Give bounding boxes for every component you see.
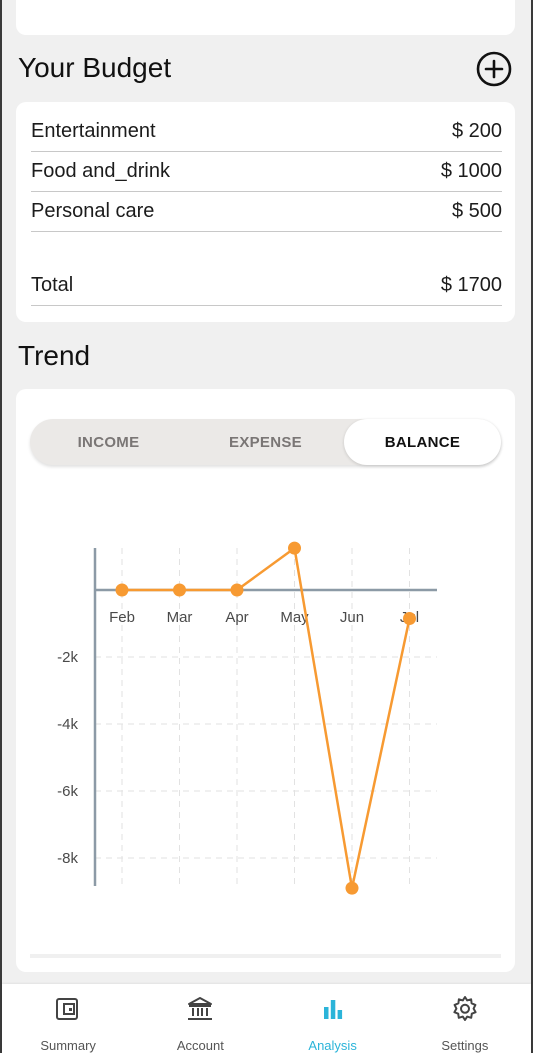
y-tick-label: -6k (57, 783, 78, 800)
nav-label-account: Account (176, 1038, 224, 1053)
y-tick-label: -2k (57, 649, 78, 666)
y-tick-label: -8k (57, 850, 78, 867)
nav-item-summary[interactable]: Summary (2, 984, 134, 1053)
plus-circle-icon (476, 51, 512, 87)
data-point (403, 611, 416, 625)
budget-total-amount: $ 1700 (440, 274, 502, 296)
chart-divider (30, 954, 501, 958)
budget-category-label: Personal care (31, 200, 155, 222)
y-tick-label: -4k (57, 716, 78, 733)
nav-label-analysis: Analysis (308, 1038, 357, 1053)
x-tick-label: Mar (167, 609, 193, 626)
budget-category-label: Food and_drink (31, 160, 170, 182)
budget-card: Entertainment $ 200 Food and_drink $ 100… (16, 102, 515, 322)
budget-row[interactable]: Food and_drink $ 1000 (31, 152, 502, 192)
budget-row[interactable]: Personal care $ 500 (31, 192, 502, 232)
budget-amount: $ 500 (451, 200, 502, 222)
previous-card (16, 0, 515, 35)
data-point (230, 583, 244, 597)
gear-icon (453, 996, 477, 1021)
bank-icon (188, 997, 213, 1020)
series-line (122, 546, 411, 890)
budget-row[interactable]: Entertainment $ 200 (31, 112, 502, 152)
data-point (173, 583, 186, 597)
budget-title: Your Budget (18, 52, 172, 83)
budget-total-label: Total (31, 274, 74, 296)
wallet-icon (56, 998, 79, 1020)
nav-item-settings[interactable]: Settings (399, 984, 531, 1053)
budget-total-row: Total $ 1700 (31, 266, 502, 306)
data-point (288, 541, 301, 555)
budget-amount: $ 1000 (440, 160, 502, 182)
x-tick-label: Apr (225, 609, 248, 626)
nav-label-settings: Settings (441, 1038, 489, 1053)
data-point (345, 881, 359, 895)
trend-title: Trend (18, 340, 91, 371)
window-edge-left (0, 0, 2, 1053)
x-tick-label: Jun (340, 609, 364, 626)
balance-line-chart: -2k-4k-6k-8kFebMarAprMayJunJul (57, 541, 437, 895)
nav-item-account[interactable]: Account (134, 984, 266, 1053)
nav-item-analysis[interactable]: Analysis (267, 984, 399, 1053)
budget-category-label: Entertainment (31, 120, 156, 142)
add-budget-button[interactable] (475, 50, 513, 88)
bar-chart-icon (323, 1000, 342, 1019)
budget-amount: $ 200 (451, 120, 502, 142)
data-point (115, 583, 129, 597)
bottom-navigation: Summary Account Analysis Settings (2, 984, 531, 1053)
x-tick-label: Feb (109, 609, 135, 626)
trend-card: INCOME EXPENSE BALANCE -2k -4k -6k -8k Feb Ma… (16, 389, 515, 972)
nav-label-summary: Summary (40, 1038, 96, 1053)
